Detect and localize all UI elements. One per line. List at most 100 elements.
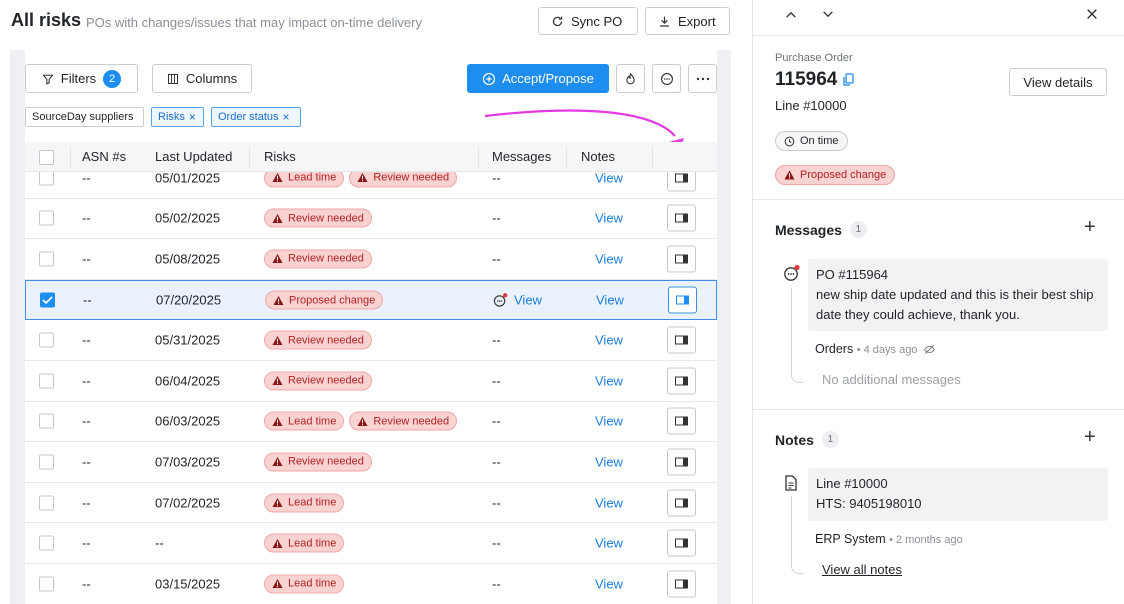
open-panel-button[interactable] xyxy=(667,529,696,557)
risks-cell: Review needed xyxy=(264,330,377,350)
row-checkbox[interactable] xyxy=(39,332,54,348)
open-panel-button[interactable] xyxy=(668,286,697,314)
open-panel-button[interactable] xyxy=(667,367,696,395)
warning-icon xyxy=(272,498,283,508)
notes-view-link[interactable]: View xyxy=(595,414,623,429)
notes-view-link[interactable]: View xyxy=(595,211,623,226)
column-header-risks[interactable]: Risks xyxy=(264,149,296,164)
table-row[interactable]: -- 07/03/2025 Review needed -- View xyxy=(25,442,717,483)
last-updated-cell: 07/02/2025 xyxy=(155,495,221,511)
column-header-notes[interactable]: Notes xyxy=(581,149,615,164)
row-checkbox[interactable] xyxy=(39,172,54,186)
row-checkbox[interactable] xyxy=(39,210,54,226)
table-row[interactable]: -- 05/08/2025 Review needed -- View xyxy=(25,239,717,280)
table-row[interactable]: -- 07/20/2025 Proposed change View View xyxy=(25,279,717,321)
close-icon[interactable] xyxy=(1085,7,1099,21)
notes-view-link[interactable]: View xyxy=(595,333,623,348)
po-line: Line #10000 xyxy=(775,98,847,113)
table-row[interactable]: -- 06/04/2025 Review needed -- View xyxy=(25,361,717,402)
chip-risks[interactable]: Risks × xyxy=(151,107,204,127)
messages-value: -- xyxy=(492,172,501,186)
table-row[interactable]: -- 05/01/2025 Lead time Review needed -- View xyxy=(25,172,717,199)
row-checkbox[interactable] xyxy=(39,373,54,389)
chip-sourceday-suppliers[interactable]: SourceDay suppliers xyxy=(25,107,144,127)
notes-view-link[interactable]: View xyxy=(595,251,623,266)
view-details-button[interactable]: View details xyxy=(1009,68,1107,96)
notes-view-link[interactable]: View xyxy=(595,373,623,388)
row-checkbox[interactable] xyxy=(39,576,54,592)
view-details-label: View details xyxy=(1023,74,1093,90)
table-row[interactable]: -- 05/02/2025 Review needed -- View xyxy=(25,199,717,240)
table-row[interactable]: -- 05/31/2025 Review needed -- View xyxy=(25,320,717,361)
export-button[interactable]: Export xyxy=(645,7,730,35)
warning-icon xyxy=(784,170,795,180)
warning-icon xyxy=(272,335,283,345)
risk-badge: Proposed change xyxy=(775,165,896,185)
table-row[interactable]: -- 06/03/2025 Lead time Review needed -- View xyxy=(25,402,717,443)
sync-po-button[interactable]: Sync PO xyxy=(538,7,638,35)
notes-view-link[interactable]: View xyxy=(595,495,623,510)
copy-icon[interactable] xyxy=(842,73,854,87)
row-checkbox[interactable] xyxy=(39,535,54,551)
messages-cell[interactable]: View xyxy=(493,293,542,308)
open-panel-button[interactable] xyxy=(667,489,696,517)
last-updated-cell: 05/08/2025 xyxy=(155,251,221,267)
chip-close-icon[interactable]: × xyxy=(283,110,290,124)
columns-button[interactable]: Columns xyxy=(152,64,252,93)
warning-icon xyxy=(272,457,283,467)
chip-close-icon[interactable]: × xyxy=(189,110,196,124)
add-message-icon[interactable]: + xyxy=(1084,216,1096,239)
notes-view-link[interactable]: View xyxy=(596,293,624,308)
message-unread-icon xyxy=(493,293,508,307)
flame-button[interactable] xyxy=(616,64,645,93)
comments-button[interactable] xyxy=(652,64,681,93)
open-panel-button[interactable] xyxy=(667,204,696,232)
messages-value: -- xyxy=(492,535,501,551)
open-panel-button[interactable] xyxy=(667,407,696,435)
messages-value[interactable]: View xyxy=(514,293,542,308)
messages-value: -- xyxy=(492,332,501,348)
open-panel-button[interactable] xyxy=(667,570,696,598)
asn-cell: -- xyxy=(82,495,91,511)
select-all-checkbox[interactable] xyxy=(39,150,54,165)
messages-count: 1 xyxy=(849,221,867,238)
view-all-notes-link[interactable]: View all notes xyxy=(822,562,902,577)
notes-view-link[interactable]: View xyxy=(595,172,623,185)
column-header-last-updated[interactable]: Last Updated xyxy=(155,149,232,164)
risk-tag: Review needed xyxy=(264,452,372,472)
chip-order-status[interactable]: Order status × xyxy=(211,107,301,127)
row-checkbox[interactable] xyxy=(40,292,55,308)
notes-view-link[interactable]: View xyxy=(595,454,623,469)
export-label: Export xyxy=(678,13,716,29)
table-row[interactable]: -- 07/02/2025 Lead time -- View xyxy=(25,483,717,524)
side-panel-icon xyxy=(675,498,688,508)
po-number-value: 115964 xyxy=(775,69,838,90)
open-panel-button[interactable] xyxy=(667,245,696,273)
filters-button[interactable]: Filters 2 xyxy=(25,64,138,93)
sync-icon xyxy=(552,16,563,26)
more-button[interactable] xyxy=(688,64,717,93)
row-checkbox[interactable] xyxy=(39,413,54,429)
column-header-asn[interactable]: ASN #s xyxy=(82,149,126,164)
open-panel-button[interactable] xyxy=(667,448,696,476)
row-checkbox[interactable] xyxy=(39,454,54,470)
open-panel-button[interactable] xyxy=(667,172,696,192)
status-badge: On time xyxy=(775,131,848,151)
notes-view-link[interactable]: View xyxy=(595,576,623,591)
add-note-icon[interactable]: + xyxy=(1084,426,1096,449)
row-checkbox[interactable] xyxy=(39,251,54,267)
row-checkbox[interactable] xyxy=(39,495,54,511)
risks-cell: Lead time xyxy=(264,574,349,594)
column-header-messages[interactable]: Messages xyxy=(492,149,551,164)
risk-tag-label: Review needed xyxy=(288,212,364,225)
risk-tag: Review needed xyxy=(264,371,372,391)
open-panel-button[interactable] xyxy=(667,326,696,354)
chevron-down-icon[interactable] xyxy=(821,7,835,21)
table-row[interactable]: -- -- Lead time -- View xyxy=(25,523,717,564)
accept-propose-button[interactable]: Accept/Propose xyxy=(467,64,609,93)
table-row[interactable]: -- 03/15/2025 Lead time -- View xyxy=(25,564,717,604)
message-author-icon xyxy=(784,264,800,281)
chevron-up-icon[interactable] xyxy=(784,8,798,22)
notes-view-link[interactable]: View xyxy=(595,536,623,551)
page-subtitle: POs with changes/issues that may impact … xyxy=(86,15,422,30)
